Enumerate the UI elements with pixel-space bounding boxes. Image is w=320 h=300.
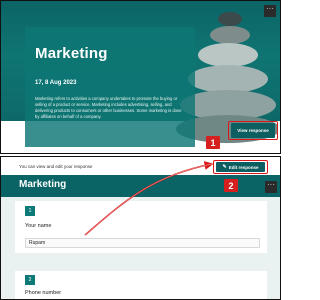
edit-response-button[interactable]: ✎ Edit response (216, 162, 265, 172)
more-options-icon[interactable]: ··· (265, 181, 277, 193)
view-response-button[interactable]: View response (231, 123, 275, 138)
question-card: 1 Your name Rupam (15, 201, 267, 253)
more-options-icon[interactable]: ··· (264, 5, 276, 17)
edit-response-label: Edit response (228, 164, 259, 170)
question-card: 2 Phone number (15, 271, 267, 299)
form-title: Marketing (35, 45, 108, 62)
form-info-card: Marketing 17, 8 Aug 2023 Marketing refer… (25, 27, 195, 147)
response-info-text: You can view and edit your response (19, 164, 93, 169)
form-response-panel: You can view and edit your response ✎ Ed… (0, 156, 281, 300)
step-badge-2: 2 (224, 179, 238, 192)
question-number: 1 (25, 206, 35, 216)
step-badge-1: 1 (206, 136, 220, 149)
form-header: Marketing ··· (1, 175, 280, 197)
question-number: 2 (25, 275, 35, 285)
form-description: Marketing refers to activities a company… (35, 96, 182, 119)
pencil-icon: ✎ (222, 164, 227, 170)
form-summary-panel: ··· Marketing 17, 8 Aug 2023 Marketing r… (0, 0, 281, 154)
question-label: Your name (25, 223, 52, 229)
form-body: 1 Your name Rupam 2 Phone number (1, 197, 280, 299)
form-title: Marketing (19, 179, 67, 190)
answer-field[interactable]: Rupam (25, 238, 260, 248)
question-label: Phone number (25, 290, 62, 296)
form-date: 17, 8 Aug 2023 (35, 80, 77, 86)
